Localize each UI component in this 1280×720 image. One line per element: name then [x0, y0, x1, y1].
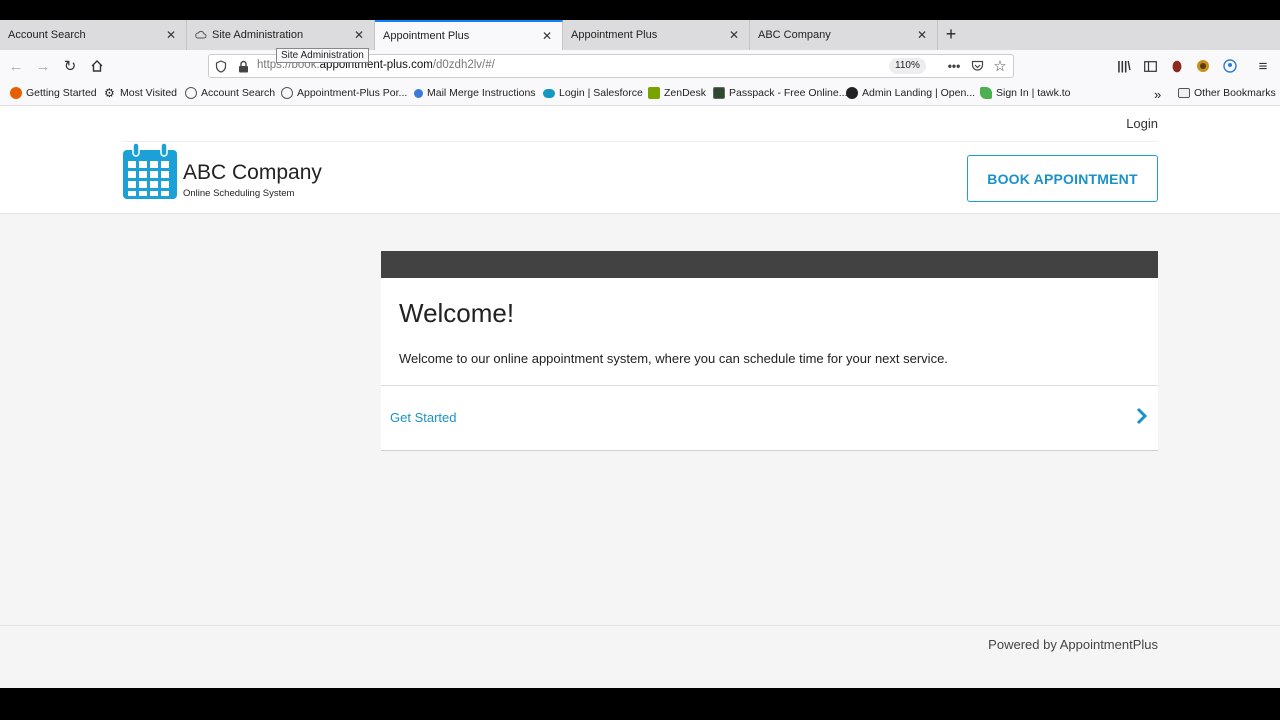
close-icon[interactable]: ✕	[727, 28, 741, 42]
tawk-icon	[980, 87, 992, 99]
navigation-bar: ← → ↻ https://book.appointment-plus.com/…	[0, 50, 1280, 82]
footer-divider	[0, 625, 1280, 626]
bookmark-tawk[interactable]: Sign In | tawk.to	[980, 87, 1071, 99]
tab-title: Appointment Plus	[571, 29, 658, 41]
welcome-card: Welcome! Welcome to our online appointme…	[381, 251, 1158, 451]
video-frame: Account Search ✕ Site Administration ✕ A…	[0, 0, 1280, 720]
shield-icon[interactable]	[213, 58, 229, 74]
account-sync-icon[interactable]	[1219, 55, 1241, 77]
back-arrow-icon[interactable]: ←	[5, 55, 27, 77]
card-header-bar	[381, 251, 1158, 278]
tab-appointment-plus-active[interactable]: Appointment Plus ✕	[375, 20, 563, 50]
bookmark-label: Appointment-Plus Por...	[297, 87, 408, 99]
site-header: Login ABC Company Online Scheduling Syst…	[0, 106, 1280, 214]
tab-title: Appointment Plus	[383, 30, 470, 42]
login-link[interactable]: Login	[1126, 116, 1158, 131]
bookmark-label: ZenDesk	[664, 87, 707, 99]
bookmark-label: Mail Merge Instructions	[427, 87, 536, 99]
close-icon[interactable]: ✕	[164, 28, 178, 42]
globe-icon	[185, 87, 197, 99]
extension-icon[interactable]	[1192, 55, 1214, 77]
header-divider	[122, 141, 1158, 142]
passpack-icon	[713, 87, 725, 99]
welcome-text: Welcome to our online appointment system…	[399, 351, 948, 366]
chevron-right-icon[interactable]	[1135, 406, 1149, 426]
close-icon[interactable]: ✕	[352, 28, 366, 42]
close-icon[interactable]: ✕	[540, 29, 554, 43]
zoom-level[interactable]: 110%	[889, 58, 926, 74]
tab-title: Site Administration	[212, 29, 304, 41]
get-started-link[interactable]: Get Started	[390, 410, 456, 425]
bookmark-other-bookmarks[interactable]: Other Bookmarks	[1178, 87, 1276, 99]
bookmark-zendesk[interactable]: ZenDesk	[648, 87, 706, 99]
powered-by-text: Powered by AppointmentPlus	[988, 637, 1158, 652]
library-icon[interactable]: |||\	[1113, 55, 1135, 77]
blue-dot-icon	[414, 88, 423, 98]
cloud-icon	[543, 88, 555, 98]
tab-site-administration[interactable]: Site Administration ✕	[187, 20, 375, 50]
bookmark-admin-landing[interactable]: Admin Landing | Open...	[846, 87, 975, 99]
cloud-icon	[195, 30, 207, 39]
tab-tooltip: Site Administration	[276, 48, 369, 63]
star-icon[interactable]: ☆	[992, 58, 1008, 75]
sidebar-icon[interactable]	[1139, 55, 1161, 77]
url-suffix: /d0zdh2lv/#/	[432, 59, 495, 71]
tab-title: Account Search	[8, 29, 86, 41]
globe-icon	[281, 87, 293, 99]
bookmark-label: Passpack - Free Online...	[729, 87, 848, 99]
more-actions-icon[interactable]: •••	[946, 58, 962, 74]
forward-arrow-icon[interactable]: →	[32, 55, 54, 77]
pocket-icon[interactable]	[969, 58, 985, 74]
tab-abc-company[interactable]: ABC Company ✕	[750, 20, 938, 50]
tab-strip: Account Search ✕ Site Administration ✕ A…	[0, 20, 1280, 50]
bookmark-label: Sign In | tawk.to	[996, 87, 1071, 99]
firefox-icon	[10, 87, 22, 99]
menu-hamburger-icon[interactable]: ≡	[1252, 55, 1274, 77]
bookmark-account-search[interactable]: Account Search	[185, 87, 275, 99]
company-tagline: Online Scheduling System	[183, 188, 295, 199]
tab-account-search[interactable]: Account Search ✕	[0, 20, 187, 50]
bookmark-mail-merge[interactable]: Mail Merge Instructions	[414, 87, 536, 99]
tab-title: ABC Company	[758, 29, 831, 41]
home-icon[interactable]	[86, 55, 108, 77]
bookmark-appointment-plus-portal[interactable]: Appointment-Plus Por...	[281, 87, 407, 99]
card-bottom-border	[381, 450, 1158, 451]
new-tab-plus-icon[interactable]: +	[940, 23, 962, 45]
welcome-title: Welcome!	[399, 298, 515, 328]
folder-icon	[1178, 88, 1190, 98]
lock-icon[interactable]	[235, 58, 251, 74]
bookmark-label: Other Bookmarks	[1194, 87, 1276, 99]
close-icon[interactable]: ✕	[915, 28, 929, 42]
bookmark-most-visited[interactable]: ⚙ Most Visited	[104, 87, 177, 99]
gear-icon: ⚙	[104, 86, 115, 100]
bookmark-label: Most Visited	[120, 87, 177, 99]
browser-window: Account Search ✕ Site Administration ✕ A…	[0, 20, 1280, 688]
bookmark-label: Getting Started	[26, 87, 97, 99]
bookmarks-bar: Getting Started ⚙ Most Visited Account S…	[0, 82, 1280, 106]
reload-icon[interactable]: ↻	[59, 55, 81, 77]
opentable-icon	[846, 87, 858, 99]
bookmark-label: Admin Landing | Open...	[862, 87, 976, 99]
calendar-logo-icon	[123, 142, 177, 199]
book-appointment-button[interactable]: BOOK APPOINTMENT	[967, 155, 1158, 202]
bookmark-label: Account Search	[201, 87, 276, 99]
bookmarks-overflow-chevron-icon[interactable]: »	[1154, 87, 1161, 102]
company-name: ABC Company	[183, 161, 322, 184]
zendesk-icon	[648, 87, 660, 99]
bookmark-passpack[interactable]: Passpack - Free Online...	[713, 87, 847, 99]
web-page: Login ABC Company Online Scheduling Syst…	[0, 106, 1280, 688]
bookmark-getting-started[interactable]: Getting Started	[10, 87, 97, 99]
bookmark-salesforce[interactable]: Login | Salesforce	[543, 87, 643, 99]
tab-appointment-plus[interactable]: Appointment Plus ✕	[563, 20, 750, 50]
bookmark-label: Login | Salesforce	[559, 87, 643, 99]
profile-extension-icon[interactable]	[1166, 55, 1188, 77]
get-started-row[interactable]: Get Started	[381, 386, 1158, 450]
